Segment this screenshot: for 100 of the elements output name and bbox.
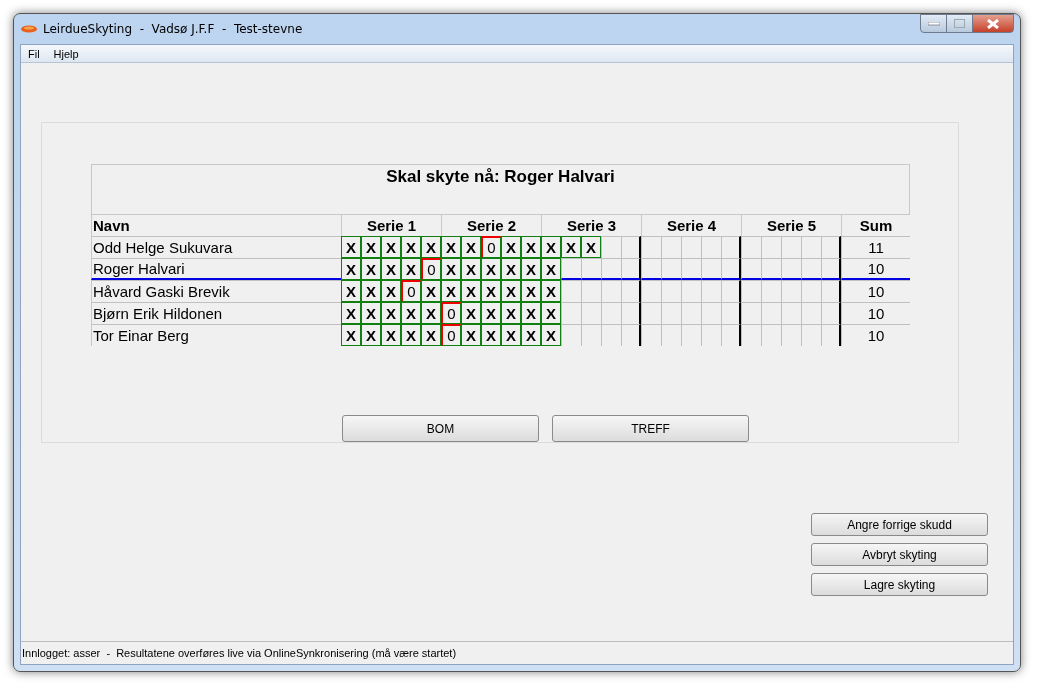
hit-cell: X [361, 280, 381, 302]
miss-cell: 0 [481, 236, 501, 258]
hit-cell: X [401, 258, 421, 280]
empty-cell [801, 302, 821, 324]
minimize-button[interactable] [920, 14, 947, 33]
empty-cell [621, 324, 641, 346]
hit-cell: X [501, 280, 521, 302]
status-bar: Innlogget: asser - Resultatene overføres live via OnlineSynkronisering (må være startet) [21, 641, 1013, 664]
hit-cell: X [341, 258, 361, 280]
hit-cell: X [481, 324, 501, 346]
empty-cell [781, 324, 801, 346]
empty-cell [621, 280, 641, 302]
column-header: Serie 1 [341, 214, 441, 236]
empty-cell [801, 258, 821, 280]
empty-cell [801, 280, 821, 302]
hit-cell: X [401, 236, 421, 258]
hit-cell: X [541, 302, 561, 324]
hit-cell: X [341, 236, 361, 258]
hit-cell: X [521, 324, 541, 346]
hit-cell: X [521, 258, 541, 280]
sum-cell: 10 [841, 302, 910, 324]
hit-cell: X [421, 236, 441, 258]
empty-cell [801, 236, 821, 258]
empty-cell [701, 302, 721, 324]
miss-button[interactable]: BOM [342, 415, 539, 442]
miss-cell: 0 [441, 302, 461, 324]
empty-cell [821, 302, 841, 324]
empty-cell [661, 258, 681, 280]
hit-cell: X [501, 302, 521, 324]
hit-cell: X [461, 280, 481, 302]
empty-cell [561, 280, 581, 302]
sum-cell: 10 [841, 280, 910, 302]
column-header: Serie 3 [541, 214, 641, 236]
empty-cell [681, 236, 701, 258]
empty-cell [721, 258, 741, 280]
shooter-name: Odd Helge Sukuvara [91, 236, 341, 258]
current-shooter-heading: Skal skyte nå: Roger Halvari [91, 164, 910, 214]
empty-cell [761, 280, 781, 302]
hit-cell: X [501, 324, 521, 346]
hit-cell: X [481, 258, 501, 280]
empty-cell [561, 258, 581, 280]
hit-cell: X [521, 280, 541, 302]
miss-cell: 0 [401, 280, 421, 302]
hit-cell: X [441, 258, 461, 280]
action-button[interactable]: Angre forrige skudd [811, 513, 988, 536]
empty-cell [741, 324, 761, 346]
hit-cell: X [561, 236, 581, 258]
empty-cell [561, 302, 581, 324]
action-button[interactable]: Avbryt skyting [811, 543, 988, 566]
hit-cell: X [401, 324, 421, 346]
maximize-icon [954, 19, 965, 28]
minimize-icon [927, 21, 940, 26]
empty-cell [761, 236, 781, 258]
hit-cell: X [421, 280, 441, 302]
empty-cell [761, 324, 781, 346]
empty-cell [601, 258, 621, 280]
hit-cell: X [521, 236, 541, 258]
empty-cell [641, 302, 661, 324]
miss-cell: 0 [421, 258, 441, 280]
hit-cell: X [361, 258, 381, 280]
empty-cell [781, 302, 801, 324]
sum-cell: 10 [841, 258, 910, 280]
hit-cell: X [381, 324, 401, 346]
action-button[interactable]: Lagre skyting [811, 573, 988, 596]
empty-cell [661, 236, 681, 258]
hit-cell: X [581, 236, 601, 258]
empty-cell [721, 280, 741, 302]
hit-cell: X [381, 236, 401, 258]
hit-cell: X [381, 302, 401, 324]
miss-cell: 0 [441, 324, 461, 346]
empty-cell [681, 302, 701, 324]
close-button[interactable] [972, 14, 1014, 33]
hit-cell: X [481, 302, 501, 324]
hit-cell: X [461, 302, 481, 324]
hit-cell: X [501, 258, 521, 280]
empty-cell [801, 324, 821, 346]
menu-item[interactable]: Fil [21, 47, 47, 60]
empty-cell [621, 302, 641, 324]
column-header: Navn [91, 214, 341, 236]
hit-cell: X [381, 280, 401, 302]
menu-item[interactable]: Hjelp [46, 47, 86, 60]
empty-cell [641, 236, 661, 258]
empty-cell [661, 302, 681, 324]
maximize-button[interactable] [946, 14, 973, 33]
hit-cell: X [541, 280, 561, 302]
sum-cell: 11 [841, 236, 910, 258]
empty-cell [821, 236, 841, 258]
empty-cell [701, 324, 721, 346]
hit-cell: X [441, 236, 461, 258]
shooter-name: Roger Halvari [91, 258, 341, 280]
empty-cell [621, 236, 641, 258]
column-header: Serie 2 [441, 214, 541, 236]
hit-cell: X [461, 236, 481, 258]
empty-cell [641, 324, 661, 346]
hit-button[interactable]: TREFF [552, 415, 749, 442]
empty-cell [781, 280, 801, 302]
hit-cell: X [541, 236, 561, 258]
hit-cell: X [341, 280, 361, 302]
hit-cell: X [421, 324, 441, 346]
empty-cell [661, 280, 681, 302]
